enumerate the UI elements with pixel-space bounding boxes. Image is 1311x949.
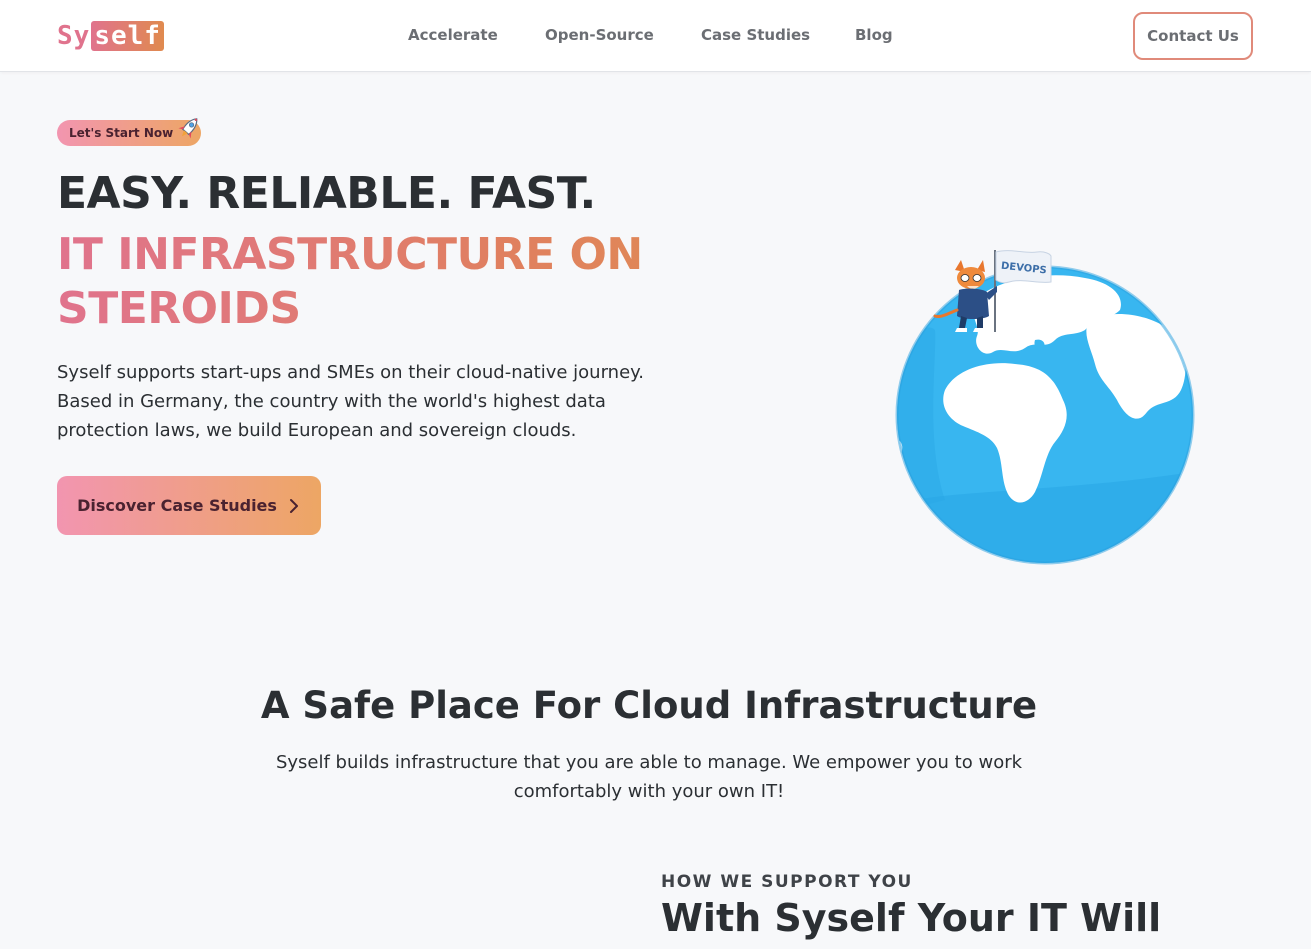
globe-illustration: DEVOPS	[885, 240, 1205, 570]
hero-headline-accent: IT INFRASTRUCTURE ON STEROIDS	[57, 228, 707, 336]
badge-label: Let's Start Now	[69, 126, 174, 140]
logo-text-sy: Sy	[57, 21, 91, 51]
globe-mascot-illustration: DEVOPS	[895, 250, 1195, 565]
support-eyebrow: HOW WE SUPPORT YOU	[661, 872, 913, 892]
safe-place-title: A Safe Place For Cloud Infrastructure	[260, 684, 1038, 727]
chevron-right-icon	[289, 498, 298, 513]
safe-place-description: Syself builds infrastructure that you ar…	[275, 752, 1023, 802]
support-title: With Syself Your IT Will	[661, 896, 1162, 940]
syself-logo[interactable]: Sy self	[57, 19, 164, 53]
nav-link-case-studies[interactable]: Case Studies	[701, 26, 810, 44]
nav-link-blog[interactable]: Blog	[855, 26, 893, 44]
logo-text-self: self	[91, 21, 164, 51]
hero-headline-primary: EASY. RELIABLE. FAST.	[57, 168, 596, 219]
top-navbar: Sy self Accelerate Open-Source Case Studi…	[0, 0, 1311, 72]
discover-case-studies-button[interactable]: Discover Case Studies	[57, 476, 321, 535]
nav-link-open-source[interactable]: Open-Source	[545, 26, 654, 44]
contact-us-button[interactable]: Contact Us	[1133, 12, 1253, 60]
rocket-icon	[178, 118, 198, 139]
hero-description: Syself supports start-ups and SMEs on th…	[57, 362, 644, 441]
lets-start-badge[interactable]: Let's Start Now	[57, 118, 201, 146]
cta-label: Discover Case Studies	[77, 496, 277, 515]
nav-link-accelerate[interactable]: Accelerate	[408, 26, 498, 44]
